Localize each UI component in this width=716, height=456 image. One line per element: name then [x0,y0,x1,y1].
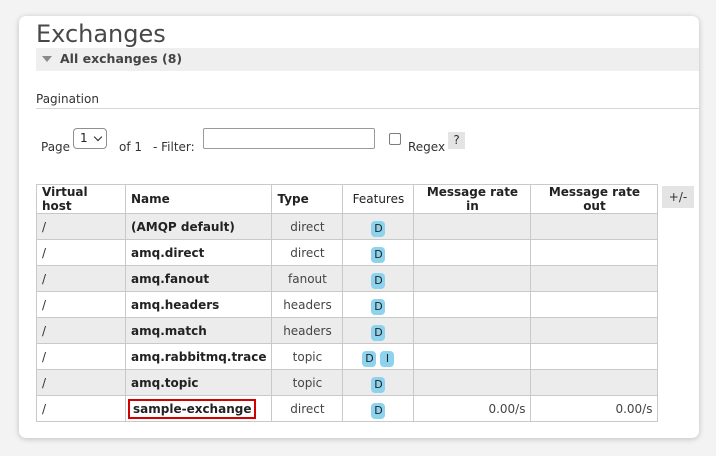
features-cell: D [342,265,415,292]
pagination-heading: Pagination [36,92,99,106]
table-row: / sample-exchange direct D 0.00/s 0.00/s [36,395,659,422]
feature-badge: D [371,246,386,263]
table-row: / amq.rabbitmq.trace topic D I [36,343,659,370]
regex-label: Regex [408,140,446,154]
regex-checkbox[interactable] [389,133,401,145]
feature-badge: D [371,220,386,237]
exchange-name-link[interactable]: amq.rabbitmq.trace [131,350,266,364]
rate-in-cell [413,239,532,266]
name-cell[interactable]: amq.direct [124,239,273,266]
rate-out-cell [530,343,659,370]
rate-out-cell: 0.00/s [530,395,659,422]
feature-badge: I [380,350,395,367]
page-select-value: 1 [80,131,88,145]
features-cell: D [342,291,415,318]
features-cell: D [342,369,415,396]
vhost-cell: / [36,265,126,292]
section-label: All exchanges (8) [60,51,183,66]
column-header-type[interactable]: Type [271,184,344,214]
features-cell: D [342,395,415,422]
chevron-down-icon [93,132,103,142]
table-row: / amq.match headers D [36,317,659,344]
rate-in-cell [413,265,532,292]
rate-in-cell [413,369,532,396]
rate-in-cell [413,343,532,370]
filter-input[interactable] [203,128,375,149]
collapse-triangle-icon [42,56,52,62]
table-row: / (AMQP default) direct D [36,213,659,240]
type-cell: fanout [271,265,344,292]
exchange-name-link[interactable]: amq.headers [131,298,219,312]
table-row: / amq.fanout fanout D [36,265,659,292]
features-cell: D [342,239,415,266]
type-cell: topic [271,343,344,370]
feature-badge: D [371,402,386,419]
section-toggle-all-exchanges[interactable]: All exchanges (8) [36,48,699,71]
features-cell: DI [342,343,415,370]
exchanges-table: Virtual host Name Type Features Message … [36,184,659,422]
regex-help-button[interactable]: ? [448,132,465,149]
table-row: / amq.direct direct D [36,239,659,266]
filter-label: - Filter: [153,140,195,154]
name-cell[interactable]: amq.headers [124,291,273,318]
vhost-cell: / [36,343,126,370]
type-cell: topic [271,369,344,396]
page-count-label: of 1 [119,140,143,154]
feature-badge: D [362,350,377,367]
column-header-vhost[interactable]: Virtual host [36,184,126,214]
type-cell: headers [271,291,344,318]
features-cell: D [342,213,415,240]
rate-in-cell [413,291,532,318]
name-cell[interactable]: (AMQP default) [124,213,273,240]
page-title: Exchanges [36,20,166,48]
exchange-name-link[interactable]: sample-exchange [127,398,257,419]
name-cell[interactable]: amq.match [124,317,273,344]
feature-badge: D [371,298,386,315]
name-cell[interactable]: amq.fanout [124,265,273,292]
vhost-cell: / [36,239,126,266]
vhost-cell: / [36,369,126,396]
table-header-row: Virtual host Name Type Features Message … [36,184,659,214]
table-row: / amq.topic topic D [36,369,659,396]
type-cell: headers [271,317,344,344]
type-cell: direct [271,239,344,266]
name-cell[interactable]: sample-exchange [124,395,273,422]
vhost-cell: / [36,213,126,240]
rate-out-cell [530,291,659,318]
feature-badge: D [371,272,386,289]
exchange-name-link[interactable]: amq.match [131,324,207,338]
rate-in-cell [413,213,532,240]
name-cell[interactable]: amq.topic [124,369,273,396]
column-header-rate-out[interactable]: Message rate out [530,184,659,214]
rate-out-cell [530,317,659,344]
feature-badge: D [371,324,386,341]
exchange-name-link[interactable]: amq.topic [131,376,199,390]
name-cell[interactable]: amq.rabbitmq.trace [124,343,273,370]
feature-badge: D [371,376,386,393]
vhost-cell: / [36,317,126,344]
exchange-name-link[interactable]: amq.fanout [131,272,209,286]
exchange-name-link[interactable]: (AMQP default) [131,220,235,234]
column-header-rate-in[interactable]: Message rate in [413,184,532,214]
vhost-cell: / [36,291,126,318]
columns-toggle-button[interactable]: +/- [662,186,694,208]
pagination-divider [36,108,699,109]
page-select[interactable]: 1 [73,128,107,149]
rate-in-cell: 0.00/s [413,395,532,422]
column-header-features: Features [342,184,415,214]
exchanges-panel: Exchanges All exchanges (8) Pagination P… [19,16,699,438]
column-header-name[interactable]: Name [124,184,273,214]
type-cell: direct [271,395,344,422]
rate-out-cell [530,239,659,266]
rate-out-cell [530,369,659,396]
vhost-cell: / [36,395,126,422]
type-cell: direct [271,213,344,240]
page-label: Page [41,140,71,154]
rate-out-cell [530,213,659,240]
rate-in-cell [413,317,532,344]
exchange-name-link[interactable]: amq.direct [131,246,204,260]
table-row: / amq.headers headers D [36,291,659,318]
features-cell: D [342,317,415,344]
rate-out-cell [530,265,659,292]
